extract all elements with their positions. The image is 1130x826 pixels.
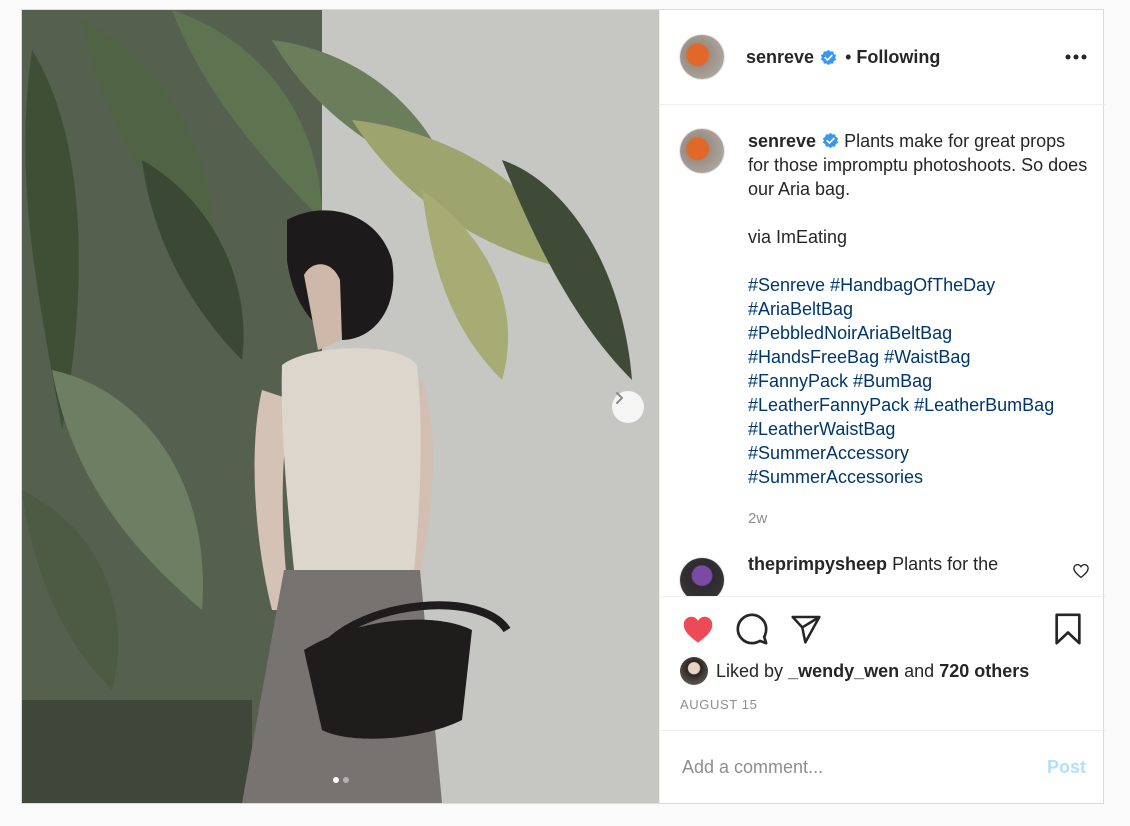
hashtag-link[interactable]: #LeatherFannyPack #LeatherBumBag (748, 393, 1090, 417)
post-date[interactable]: AUGUST 15 (680, 697, 1086, 712)
add-comment-bar: Post (660, 730, 1106, 803)
post-comment-button[interactable]: Post (1047, 757, 1086, 778)
hashtag-link[interactable]: #SummerAccessory (748, 441, 1090, 465)
caption-hashtags: #Senreve #HandbagOfTheDay #AriaBeltBag #… (748, 273, 1090, 489)
post-header: senreve • Following (660, 10, 1106, 105)
post-media[interactable] (22, 10, 659, 803)
author-avatar[interactable] (680, 35, 724, 79)
hashtag-link[interactable]: #PebbledNoirAriaBeltBag (748, 321, 1090, 345)
post-card: senreve • Following senreve Plants make … (21, 9, 1106, 804)
comment-item: theprimpysheep Plants for the (680, 554, 1090, 596)
liker-avatar[interactable] (680, 657, 708, 685)
action-icons (680, 611, 1086, 647)
like-button[interactable] (680, 611, 716, 647)
paper-plane-icon (791, 615, 821, 644)
likes-summary: Liked by _wendy_wen and 720 others (680, 657, 1086, 685)
caption-author-avatar[interactable] (680, 129, 724, 173)
separator-bullet: • (845, 46, 852, 67)
liked-others-link[interactable]: 720 others (939, 661, 1029, 682)
heart-filled-icon (683, 616, 713, 643)
share-button[interactable] (788, 611, 824, 647)
following-button[interactable]: Following (856, 47, 940, 68)
bookmark-icon (1055, 613, 1081, 645)
photo-image (22, 10, 659, 803)
comment-input[interactable] (680, 755, 1047, 779)
caption-username[interactable]: senreve (748, 131, 816, 151)
comment-button[interactable] (734, 611, 770, 647)
post-sidebar: senreve • Following senreve Plants make … (659, 10, 1106, 803)
caption-timestamp[interactable]: 2w (748, 507, 1090, 531)
comment-text: theprimpysheep Plants for the (748, 552, 998, 596)
hashtag-link[interactable]: #HandsFreeBag #WaistBag (748, 345, 1090, 369)
next-slide-button[interactable] (612, 391, 644, 423)
more-options-button[interactable] (1062, 47, 1090, 67)
carousel-dot-active (332, 777, 339, 783)
hashtag-link[interactable]: #LeatherWaistBag (748, 417, 1090, 441)
liked-by-label: Liked by (716, 660, 784, 681)
carousel-dot (342, 777, 349, 783)
hashtag-link[interactable]: #SummerAccessories (748, 465, 1090, 489)
comment-bubble-icon (736, 613, 768, 645)
more-horizontal-icon (1065, 54, 1087, 60)
hashtag-link[interactable]: #Senreve #HandbagOfTheDay (748, 273, 1090, 297)
save-button[interactable] (1050, 611, 1086, 647)
verified-badge-icon (822, 132, 839, 149)
comments-section[interactable]: senreve Plants make for great props for … (660, 105, 1106, 596)
verified-badge-icon (820, 49, 837, 65)
liked-by-user[interactable]: _wendy_wen (788, 661, 899, 682)
caption-body: senreve Plants make for great props for … (748, 129, 1090, 531)
post-actions: Liked by _wendy_wen and 720 others AUGUS… (660, 596, 1106, 730)
chevron-right-icon (616, 392, 623, 404)
hashtag-link[interactable]: #AriaBeltBag (748, 297, 1090, 321)
author-username[interactable]: senreve (746, 47, 814, 68)
comment-body: Plants for the (892, 554, 999, 574)
liked-and-label: and (904, 660, 935, 681)
carousel-indicator (22, 777, 659, 783)
commenter-avatar[interactable] (680, 558, 724, 596)
comment-like-icon[interactable] (1072, 562, 1090, 580)
commenter-username[interactable]: theprimpysheep (748, 554, 887, 574)
caption: senreve Plants make for great props for … (680, 129, 1090, 531)
hashtag-link[interactable]: #FannyPack #BumBag (748, 369, 1090, 393)
